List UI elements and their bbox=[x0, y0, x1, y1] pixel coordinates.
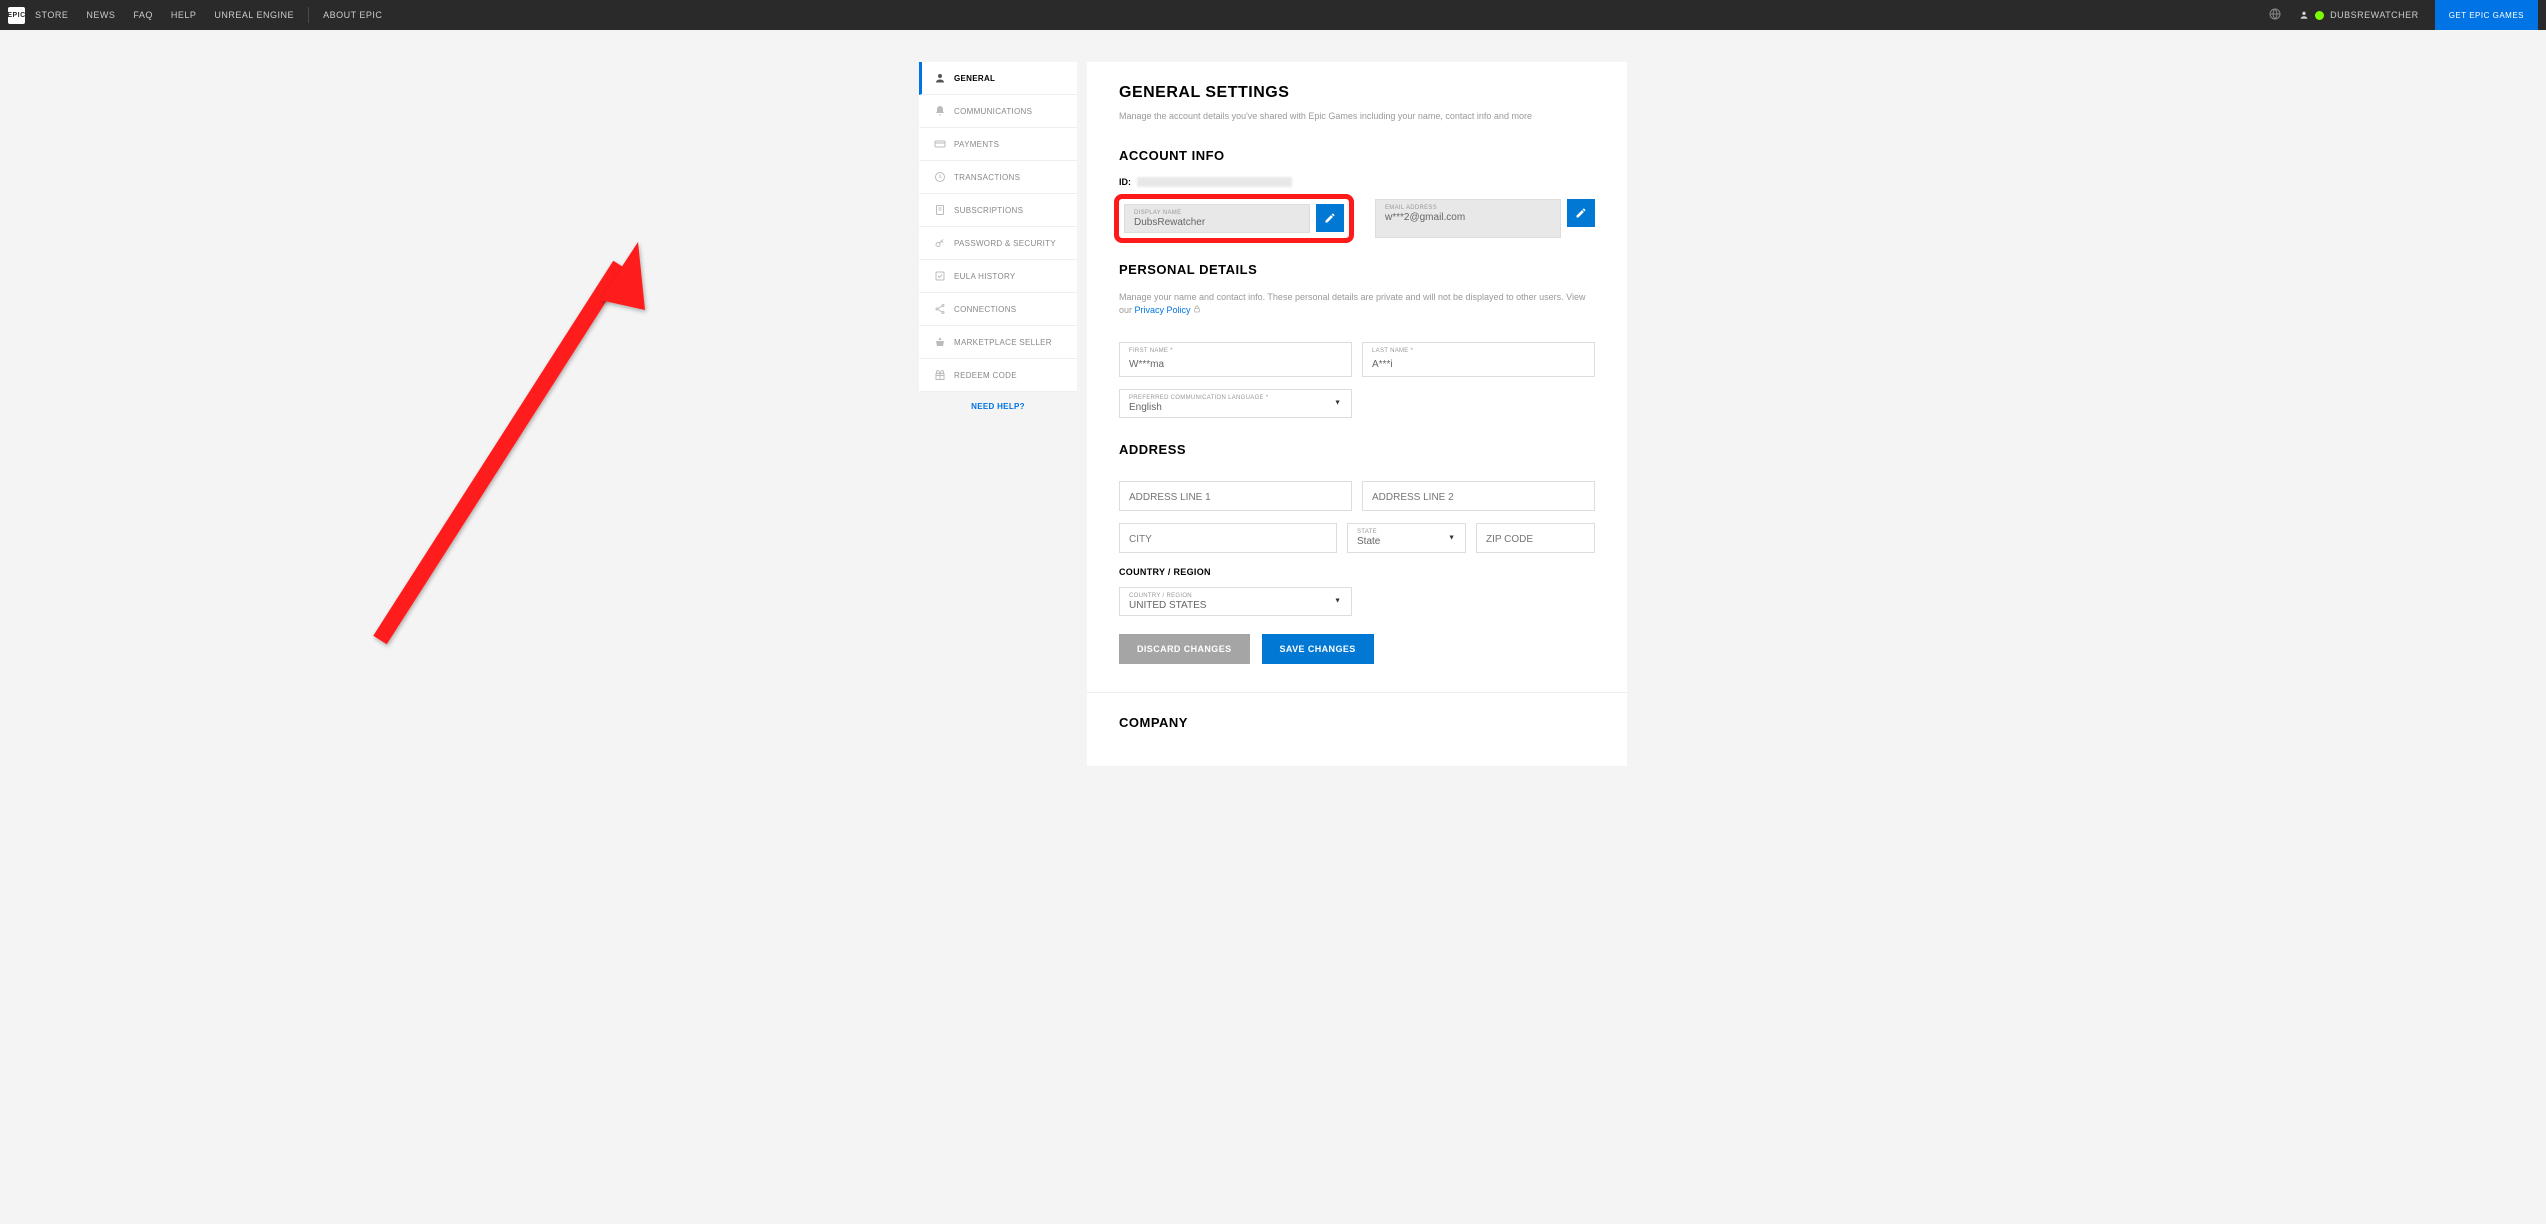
discard-button[interactable]: DISCARD CHANGES bbox=[1119, 634, 1250, 664]
nav-faq[interactable]: FAQ bbox=[133, 10, 153, 20]
sidebar: GENERAL COMMUNICATIONS PAYMENTS TRANSACT… bbox=[919, 62, 1077, 392]
sidebar-label: CONNECTIONS bbox=[954, 305, 1016, 314]
user-icon bbox=[2299, 10, 2309, 20]
sidebar-label: REDEEM CODE bbox=[954, 371, 1017, 380]
nav-about[interactable]: ABOUT EPIC bbox=[323, 10, 382, 20]
first-name-field[interactable]: FIRST NAME * bbox=[1119, 342, 1352, 377]
top-nav: STORE NEWS FAQ HELP UNREAL ENGINE bbox=[35, 10, 294, 20]
sidebar-label: COMMUNICATIONS bbox=[954, 107, 1032, 116]
state-value: State bbox=[1357, 536, 1456, 547]
sidebar-label: PAYMENTS bbox=[954, 140, 999, 149]
email-label: EMAIL ADDRESS bbox=[1385, 205, 1551, 211]
edit-email-button[interactable] bbox=[1567, 199, 1595, 227]
page-title: GENERAL SETTINGS bbox=[1119, 84, 1595, 102]
sidebar-item-marketplace[interactable]: MARKETPLACE SELLER bbox=[919, 326, 1077, 359]
first-name-input[interactable] bbox=[1129, 359, 1342, 370]
city-field[interactable] bbox=[1119, 523, 1337, 553]
page-subtitle: Manage the account details you've shared… bbox=[1119, 110, 1595, 124]
globe-icon[interactable] bbox=[2269, 8, 2281, 22]
personal-subtitle: Manage your name and contact info. These… bbox=[1119, 291, 1595, 318]
check-icon bbox=[934, 270, 946, 282]
state-label: STATE bbox=[1357, 529, 1456, 535]
main-content: GENERAL SETTINGS Manage the account deta… bbox=[1087, 62, 1627, 766]
save-button[interactable]: SAVE CHANGES bbox=[1262, 634, 1374, 664]
user-menu[interactable]: DUBSREWATCHER bbox=[2299, 10, 2419, 20]
display-name-value: DubsRewatcher bbox=[1134, 217, 1300, 228]
seller-icon bbox=[934, 336, 946, 348]
address1-field[interactable] bbox=[1119, 481, 1352, 511]
country-select[interactable]: COUNTRY / REGION UNITED STATES bbox=[1119, 587, 1352, 616]
divider bbox=[308, 7, 309, 23]
sidebar-item-password[interactable]: PASSWORD & SECURITY bbox=[919, 227, 1077, 260]
address1-input[interactable] bbox=[1129, 489, 1342, 506]
topbar: EPIC STORE NEWS FAQ HELP UNREAL ENGINE A… bbox=[0, 0, 2546, 30]
personal-heading: PERSONAL DETAILS bbox=[1119, 262, 1595, 277]
sidebar-label: MARKETPLACE SELLER bbox=[954, 338, 1052, 347]
pencil-icon bbox=[1324, 212, 1336, 224]
get-epic-button[interactable]: GET EPIC GAMES bbox=[2435, 0, 2538, 30]
privacy-policy-link[interactable]: Privacy Policy bbox=[1135, 305, 1191, 315]
share-icon bbox=[934, 303, 946, 315]
person-icon bbox=[934, 72, 946, 84]
country-region-heading: COUNTRY / REGION bbox=[1119, 567, 1595, 577]
account-info-heading: ACCOUNT INFO bbox=[1119, 148, 1595, 163]
sidebar-item-subscriptions[interactable]: SUBSCRIPTIONS bbox=[919, 194, 1077, 227]
address2-input[interactable] bbox=[1372, 489, 1585, 506]
first-name-label: FIRST NAME * bbox=[1129, 348, 1342, 354]
sidebar-item-communications[interactable]: COMMUNICATIONS bbox=[919, 95, 1077, 128]
company-heading: COMPANY bbox=[1119, 715, 1595, 730]
epic-logo[interactable]: EPIC bbox=[8, 7, 25, 24]
need-help-link[interactable]: NEED HELP? bbox=[919, 392, 1077, 421]
sidebar-item-connections[interactable]: CONNECTIONS bbox=[919, 293, 1077, 326]
key-icon bbox=[934, 237, 946, 249]
id-label: ID: bbox=[1119, 177, 1131, 187]
gift-icon bbox=[934, 369, 946, 381]
address2-field[interactable] bbox=[1362, 481, 1595, 511]
nav-news[interactable]: NEWS bbox=[86, 10, 115, 20]
sidebar-column: GENERAL COMMUNICATIONS PAYMENTS TRANSACT… bbox=[919, 62, 1077, 766]
sidebar-item-eula[interactable]: EULA HISTORY bbox=[919, 260, 1077, 293]
nav-unreal[interactable]: UNREAL ENGINE bbox=[214, 10, 294, 20]
last-name-input[interactable] bbox=[1372, 359, 1585, 370]
sidebar-item-redeem[interactable]: REDEEM CODE bbox=[919, 359, 1077, 392]
lang-label: PREFERRED COMMUNICATION LANGUAGE * bbox=[1129, 395, 1342, 401]
sidebar-item-transactions[interactable]: TRANSACTIONS bbox=[919, 161, 1077, 194]
lang-value: English bbox=[1129, 402, 1342, 413]
account-id-row: ID: bbox=[1119, 177, 1595, 187]
zip-field[interactable] bbox=[1476, 523, 1595, 553]
sidebar-label: TRANSACTIONS bbox=[954, 173, 1020, 182]
bell-icon bbox=[934, 105, 946, 117]
sidebar-item-general[interactable]: GENERAL bbox=[919, 62, 1077, 95]
language-select[interactable]: PREFERRED COMMUNICATION LANGUAGE * Engli… bbox=[1119, 389, 1352, 418]
email-field: EMAIL ADDRESS w***2@gmail.com bbox=[1375, 199, 1561, 238]
display-name-label: DISPLAY NAME bbox=[1134, 210, 1300, 216]
doc-icon bbox=[934, 204, 946, 216]
city-input[interactable] bbox=[1129, 531, 1327, 548]
pencil-icon bbox=[1575, 207, 1587, 219]
last-name-field[interactable]: LAST NAME * bbox=[1362, 342, 1595, 377]
card-icon bbox=[934, 138, 946, 150]
lock-icon bbox=[1193, 305, 1201, 313]
username: DUBSREWATCHER bbox=[2330, 10, 2419, 20]
country-value: UNITED STATES bbox=[1129, 600, 1342, 611]
status-dot bbox=[2315, 11, 2324, 20]
sidebar-label: PASSWORD & SECURITY bbox=[954, 239, 1056, 248]
nav-help[interactable]: HELP bbox=[171, 10, 197, 20]
edit-display-name-button[interactable] bbox=[1316, 204, 1344, 232]
sidebar-label: GENERAL bbox=[954, 74, 995, 83]
last-name-label: LAST NAME * bbox=[1372, 348, 1585, 354]
email-value: w***2@gmail.com bbox=[1385, 212, 1551, 223]
history-icon bbox=[934, 171, 946, 183]
nav-store[interactable]: STORE bbox=[35, 10, 68, 20]
address-heading: ADDRESS bbox=[1119, 442, 1595, 457]
zip-input[interactable] bbox=[1486, 531, 1585, 548]
sidebar-label: SUBSCRIPTIONS bbox=[954, 206, 1023, 215]
sidebar-item-payments[interactable]: PAYMENTS bbox=[919, 128, 1077, 161]
id-value-redacted bbox=[1137, 177, 1292, 187]
display-name-field: DISPLAY NAME DubsRewatcher bbox=[1124, 204, 1310, 233]
state-select[interactable]: STATE State bbox=[1347, 523, 1466, 553]
sidebar-label: EULA HISTORY bbox=[954, 272, 1016, 281]
display-name-highlight: DISPLAY NAME DubsRewatcher bbox=[1114, 194, 1354, 243]
country-label: COUNTRY / REGION bbox=[1129, 593, 1342, 599]
